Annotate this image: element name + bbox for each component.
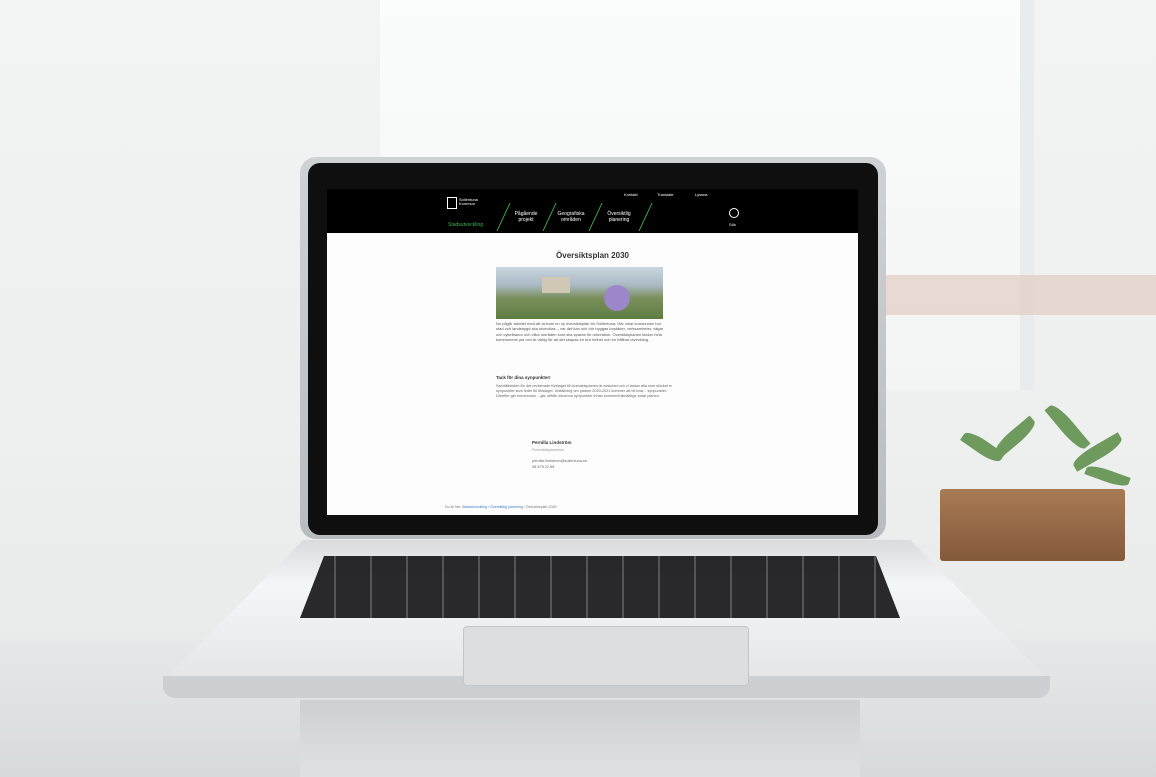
- breadcrumb-link-stadsutveckling[interactable]: Stadsutveckling: [462, 505, 487, 509]
- breadcrumb-current: Översiktsplan 2030: [525, 505, 557, 509]
- laptop-keyboard: [300, 556, 900, 618]
- logo-icon: [447, 197, 457, 209]
- nav-item-pagaende-projekt[interactable]: Pågående projekt: [511, 211, 541, 223]
- section-text: Samrådstiden för det reviderade förslage…: [496, 384, 672, 398]
- site-logo[interactable]: Sollentuna Kommun: [459, 198, 483, 206]
- breadcrumb: Du är här: Stadsutveckling / Översiktlig…: [445, 505, 557, 509]
- search-icon[interactable]: [729, 208, 739, 218]
- hero-image: [496, 267, 663, 319]
- contact-name: Pernilla Lindström: [532, 440, 572, 445]
- laptop-trackpad: [463, 626, 749, 686]
- succulent-leaf: [1084, 462, 1131, 490]
- photo-scene: Sollentuna Kommun Stadsutveckling Pågåen…: [0, 0, 1156, 777]
- nav-divider: [542, 203, 557, 231]
- nav-divider: [638, 203, 653, 231]
- contact-phone[interactable]: 08-579 22 88: [532, 465, 554, 469]
- desk-reflection: [300, 700, 860, 777]
- wooden-planter: [940, 489, 1125, 561]
- nav-divider: [496, 203, 511, 231]
- hero-building: [542, 277, 570, 293]
- succulent-leaf: [1044, 401, 1091, 453]
- page-title: Översiktsplan 2030: [556, 251, 629, 260]
- window-frame: [1020, 0, 1034, 390]
- intro-text: Nu pågår arbetet med att ta fram en ny ö…: [496, 321, 664, 343]
- contact-link[interactable]: Kontakt: [624, 192, 638, 197]
- nav-item-stadsutveckling[interactable]: Stadsutveckling: [448, 222, 483, 228]
- section-heading: Tack för dina synpunkter!: [496, 375, 551, 380]
- translate-link[interactable]: Translate: [657, 192, 674, 197]
- succulent-leaf: [991, 415, 1039, 459]
- nav-divider: [588, 203, 603, 231]
- nav-item-oversiktlig-planering[interactable]: Översiktlig planering: [602, 211, 636, 223]
- hero-flower: [604, 285, 630, 311]
- background-shelf: [885, 275, 1156, 315]
- breadcrumb-prefix: Du är här:: [445, 505, 461, 509]
- contact-role: Översiktsplanerare: [532, 448, 564, 452]
- laptop-screen: Sollentuna Kommun Stadsutveckling Pågåen…: [327, 189, 858, 515]
- nav-item-geografiska-omraden[interactable]: Geografiska områden: [556, 211, 586, 223]
- contact-email[interactable]: pernilla.lindstrom@sollentuna.se: [532, 459, 587, 463]
- listen-link[interactable]: Lyssna: [695, 192, 708, 197]
- breadcrumb-link-oversiktlig-planering[interactable]: Översiktlig planering: [490, 505, 523, 509]
- search-label[interactable]: Sök: [729, 222, 736, 227]
- site-header: Sollentuna Kommun Stadsutveckling Pågåen…: [327, 189, 858, 233]
